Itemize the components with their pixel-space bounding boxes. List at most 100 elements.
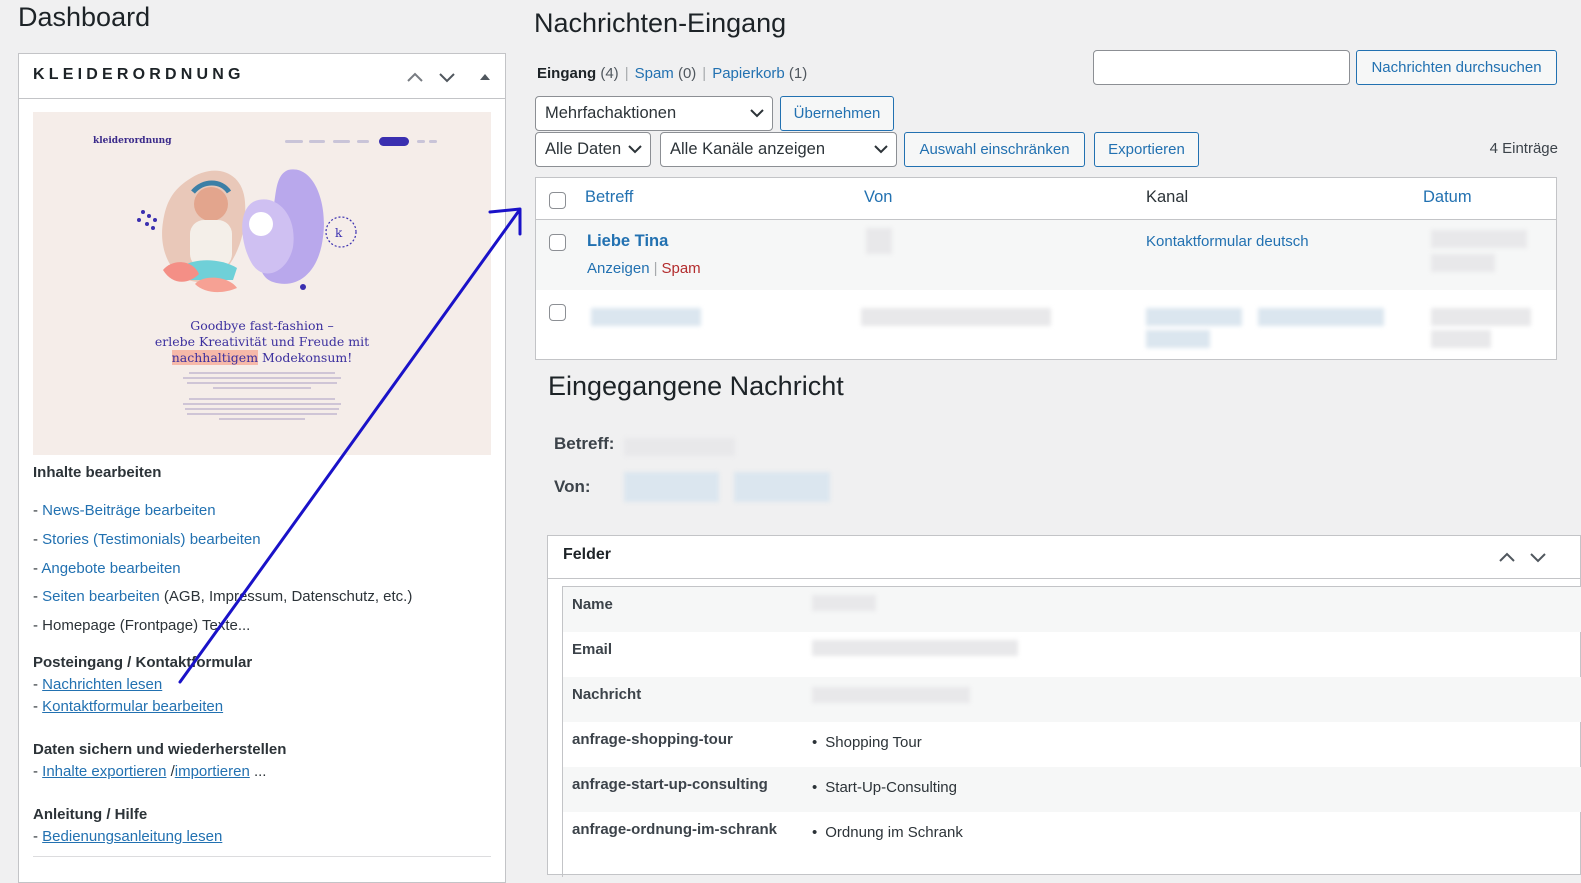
preview-text-line: [189, 372, 335, 374]
section-heading-daten: Daten sichern und wiederherstellen: [33, 741, 287, 758]
redacted-sender: [866, 228, 892, 254]
manual-link[interactable]: Bedienungsanleitung lesen: [42, 828, 222, 845]
redacted-channel: [1258, 308, 1384, 326]
seiten-edit-link[interactable]: Seiten bearbeiten: [42, 588, 160, 605]
redacted-value: [812, 687, 970, 703]
field-key: anfrage-start-up-consulting: [572, 776, 768, 793]
svg-text:k: k: [335, 226, 343, 240]
from-label: Von:: [554, 477, 591, 496]
chevron-down-icon: [750, 109, 764, 118]
seiten-note: (AGB, Impressum, Datenschutz, etc.): [159, 588, 413, 605]
website-preview-image: kleiderordnung k Goodbye fast-fashion – …: [33, 112, 491, 455]
preview-text-line: [185, 408, 339, 410]
select-all-checkbox[interactable]: [549, 192, 566, 209]
list-item: - Angebote bearbeiten: [33, 560, 181, 577]
fields-box: Felder Name Email Nachricht anfrage-shop…: [547, 535, 1581, 877]
preview-headline-2: erlebe Kreativität und Freude mit: [154, 334, 370, 349]
row-checkbox[interactable]: [549, 234, 566, 251]
field-row: Email: [563, 632, 1581, 677]
channel-link[interactable]: Kontaktformular deutsch: [1146, 233, 1309, 250]
table-header: Betreff Von Kanal Datum: [536, 178, 1556, 220]
preview-nav-item: [417, 140, 425, 143]
field-row: anfrage-start-up-consulting Start-Up-Con…: [563, 767, 1581, 812]
preview-nav-item: [285, 140, 303, 143]
section-heading-inhalte: Inhalte bearbeiten: [33, 464, 162, 481]
collapse-toggle-icon[interactable]: [475, 68, 495, 86]
field-row: anfrage-ordnung-im-schrank Ordnung im Sc…: [563, 812, 1581, 857]
channel-filter-value: Alle Kanäle anzeigen: [670, 140, 826, 158]
chevron-down-icon: [874, 145, 888, 154]
filter-eingang[interactable]: Eingang: [537, 65, 596, 82]
redacted-date: [1431, 330, 1491, 348]
redacted-date: [1431, 308, 1531, 326]
filter-count: (4): [600, 65, 619, 82]
divider: [33, 856, 491, 857]
apply-button[interactable]: Übernehmen: [780, 96, 894, 131]
chevron-down-icon: [628, 145, 642, 154]
items-count: 4 Einträge: [1489, 140, 1558, 157]
search-messages-button[interactable]: Nachrichten durchsuchen: [1356, 50, 1557, 85]
list-item: - Stories (Testimonials) bearbeiten: [33, 531, 261, 548]
export-button[interactable]: Exportieren: [1094, 132, 1199, 167]
status-filter-links: Eingang (4) | Spam (0) | Papierkorb (1): [537, 65, 808, 82]
redacted-value: [812, 640, 1018, 656]
kleiderordnung-widget: KLEIDERORDNUNG kleiderordnung k Goodbye …: [18, 53, 506, 883]
message-subject-link[interactable]: Liebe Tina: [587, 232, 668, 251]
read-messages-link[interactable]: Nachrichten lesen: [42, 676, 162, 693]
search-input[interactable]: [1093, 50, 1350, 85]
date-filter-select[interactable]: Alle Daten: [535, 132, 651, 167]
filter-papierkorb[interactable]: Papierkorb: [712, 65, 785, 82]
table-row[interactable]: [536, 290, 1556, 360]
bulk-actions-select[interactable]: Mehrfachaktionen: [535, 96, 773, 131]
preview-headline-rest: Modekonsum!: [258, 350, 353, 365]
filter-count: (0): [677, 65, 697, 82]
preview-logo: kleiderordnung: [93, 136, 172, 146]
spam-link[interactable]: Spam: [661, 260, 700, 277]
list-item: - Bedienungsanleitung lesen: [33, 828, 223, 845]
subject-label: Betreff:: [554, 434, 615, 453]
inbox-title: Nachrichten-Eingang: [534, 8, 787, 38]
filter-button[interactable]: Auswahl einschränken: [904, 132, 1085, 167]
list-item: - Inhalte exportieren /importieren ...: [33, 763, 267, 780]
news-edit-link[interactable]: News-Beiträge bearbeiten: [42, 502, 215, 519]
move-up-icon[interactable]: [405, 68, 425, 86]
widget-title: KLEIDERORDNUNG: [33, 66, 245, 83]
row-checkbox[interactable]: [549, 304, 566, 321]
table-row[interactable]: Liebe Tina Anzeigen | Spam Kontaktformular…: [536, 220, 1556, 290]
redacted-from: [624, 472, 719, 502]
bulk-actions-value: Mehrfachaktionen: [545, 104, 677, 122]
section-heading-posteingang: Posteingang / Kontaktformular: [33, 654, 253, 671]
preview-text-line: [183, 377, 341, 379]
stories-edit-link[interactable]: Stories (Testimonials) bearbeiten: [42, 531, 260, 548]
column-betreff[interactable]: Betreff: [585, 188, 633, 207]
field-key: Nachricht: [572, 686, 642, 703]
preview-highlight: nachhaltigem: [171, 350, 259, 365]
filter-spam[interactable]: Spam: [635, 65, 674, 82]
column-datum[interactable]: Datum: [1423, 188, 1472, 207]
field-key: anfrage-shopping-tour: [572, 731, 733, 748]
channel-filter-select[interactable]: Alle Kanäle anzeigen: [660, 132, 897, 167]
list-item: - Kontaktformular bearbeiten: [33, 698, 224, 715]
field-value: Ordnung im Schrank: [812, 824, 963, 841]
field-row: Name: [563, 587, 1581, 632]
redacted-channel: [1146, 308, 1242, 326]
column-von[interactable]: Von: [864, 188, 892, 207]
edit-contact-form-link[interactable]: Kontaktformular bearbeiten: [42, 698, 223, 715]
redacted-sender: [861, 308, 1051, 326]
row-actions: Anzeigen | Spam: [587, 260, 701, 277]
field-row: Nachricht: [563, 677, 1581, 722]
preview-text-line: [183, 403, 341, 405]
preview-nav-item: [357, 140, 369, 143]
export-content-link[interactable]: Inhalte exportieren: [42, 763, 166, 780]
fields-box-header: Felder: [548, 536, 1580, 579]
angebote-edit-link[interactable]: Angebote bearbeiten: [41, 560, 180, 577]
field-key: anfrage-ordnung-im-schrank: [572, 821, 778, 838]
preview-nav-item: [309, 140, 325, 143]
redacted-date: [1431, 230, 1527, 248]
move-down-icon[interactable]: [437, 68, 457, 86]
view-link[interactable]: Anzeigen: [587, 260, 650, 277]
import-link[interactable]: importieren: [175, 763, 250, 780]
move-down-icon[interactable]: [1528, 549, 1548, 565]
list-item: - News-Beiträge bearbeiten: [33, 502, 216, 519]
move-up-icon[interactable]: [1497, 549, 1517, 565]
